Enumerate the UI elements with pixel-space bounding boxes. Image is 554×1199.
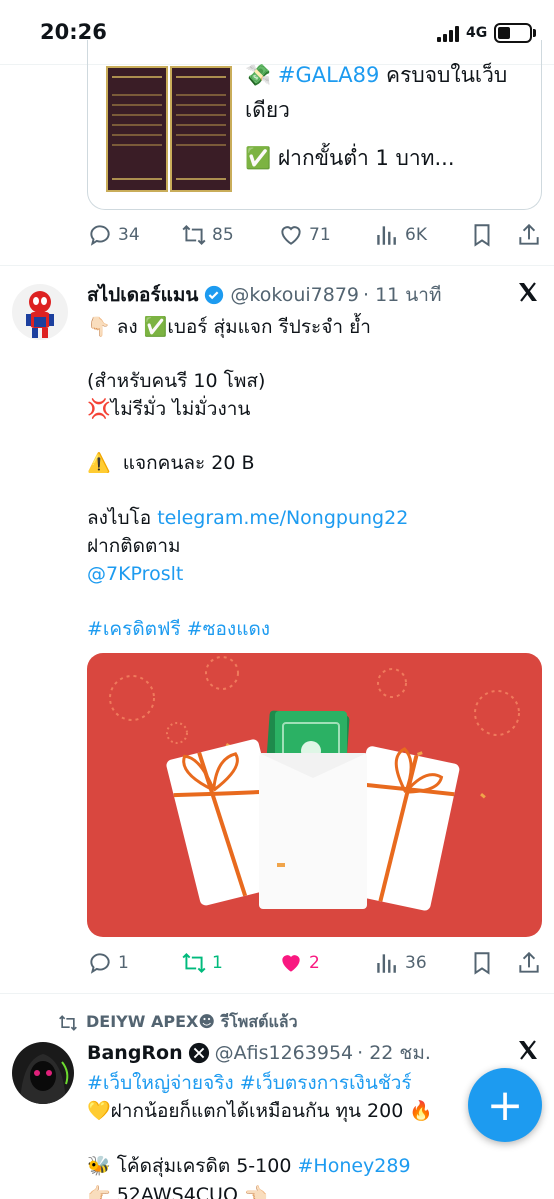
reply-icon [90,953,110,974]
tweet-text-line: 🐝 โค้ดสุ่มเครดิต 5-100 #Honey289 [87,1155,411,1177]
tweet-text-line: 👇🏻 ลง ✅เบอร์ สุ่มแจก รีประจำ ย้ำ [87,316,371,338]
point-left-emoji-icon: 👈🏻 [243,1184,268,1199]
user-handle[interactable]: @Afis1263954 [215,1042,353,1064]
spiderman-avatar-icon [26,291,54,338]
like-icon [281,226,301,245]
retweet-icon [182,224,206,246]
mention-link[interactable]: @7KProslt [87,559,183,589]
bookmark-icon [474,224,490,247]
retweet-button[interactable]: 1 [181,950,223,976]
screenshot-thumbnail[interactable] [106,66,168,192]
reply-button[interactable]: 34 [87,222,140,248]
views-icon [377,226,396,245]
views-icon [377,954,396,973]
display-name[interactable]: สไปเดอร์แมน [87,280,198,310]
point-right-emoji-icon: 👉🏻 [87,1184,111,1199]
telegram-link[interactable]: telegram.me/Nongpung22 [157,507,408,529]
tweet-header: BangRon @Afis1263954 · 22 ชม. [87,1038,431,1068]
divider [0,993,554,994]
bookmark-button[interactable] [469,950,495,976]
tweet-text-line: ⚠️ แจกคนละ 20 B [87,452,255,474]
bee-emoji-icon: 🐝 [87,1155,111,1177]
tweet-text-line: 💢ไม่รีมั่ว ไม่มั่วงาน [87,398,251,420]
tweet-text-line: 👉🏻 52AWS4CUO 👈🏻 [87,1180,268,1199]
money-emoji-icon: 💸 [245,63,272,87]
views-button[interactable]: 36 [374,950,427,976]
x-logo-icon [516,280,540,308]
share-icon [519,223,539,245]
screenshot-thumbnail[interactable] [170,66,232,192]
hooded-avatar-icon [20,1054,69,1104]
verified-icon [205,285,224,305]
bookmark-button[interactable] [469,222,495,248]
x-badge-icon [188,1042,209,1064]
retweeted-by[interactable]: DEIYW APEX☻ รีโพสต์แล้ว [58,1010,298,1035]
hashtag-link[interactable]: #GALA89 [278,63,380,87]
x-logo-icon [516,1038,540,1066]
point-down-emoji-icon: 👇🏻 [87,316,111,338]
tweet-time: · 22 ชม. [357,1042,431,1064]
tweet-time: · 11 นาที [363,284,442,306]
reply-button[interactable]: 1 [87,950,129,976]
check-emoji-icon: ✅ [245,146,272,170]
anger-emoji-icon: 💢 [87,398,111,420]
network-label: 4G [466,25,488,41]
views-button[interactable]: 6K [374,222,427,248]
divider [0,265,554,266]
avatar[interactable] [12,1042,74,1104]
hashtag-link[interactable]: #เว็บใหญ่จ่ายจริง #เว็บตรงการเงินชัวร์ [87,1068,412,1098]
tweet-text-line: ฝากติดตาม [87,535,181,557]
card-line: 💸 #GALA89 ครบจบในเว็บ [245,63,508,87]
like-button[interactable]: 71 [278,222,331,248]
tweet-header: สไปเดอร์แมน @kokoui7879 · 11 นาที [87,280,441,310]
user-handle[interactable]: @kokoui7879 [230,284,359,306]
card-line: เดียว [245,98,290,122]
compose-button[interactable]: + [468,1068,542,1142]
retweet-icon [182,952,206,974]
hashtag-link[interactable]: #เครดิตฟรี #ซองแดง [87,614,270,644]
share-icon [519,951,539,973]
retweet-icon [59,1014,77,1031]
card-line: ✅ ฝากขั้นต่ำ 1 บาท... [245,146,455,170]
like-icon [282,955,300,972]
fire-emoji-icon: 🔥 [409,1100,434,1122]
tweet-text-line: (สำหรับคนรี 10 โพส) [87,370,266,392]
red-envelope-illustration [109,656,520,911]
reply-icon [90,225,110,246]
share-button[interactable] [516,222,542,248]
yellow-heart-emoji-icon: 💛 [87,1100,111,1122]
display-name[interactable]: BangRon [87,1042,183,1064]
share-button[interactable] [516,950,542,976]
like-button[interactable]: 2 [278,950,320,976]
warning-emoji-icon: ⚠️ [87,452,111,474]
avatar[interactable] [12,284,68,340]
tweet-text-line: ลงไบโอ telegram.me/Nongpung22 [87,507,409,529]
tweet-text-line: 💛ฝากน้อยก็แตกได้เหมือนกัน ทุน 200 🔥 [87,1100,434,1122]
retweet-button[interactable]: 85 [181,222,234,248]
tweet-media-image[interactable] [87,653,542,937]
hashtag-link[interactable]: #Honey289 [297,1155,410,1177]
bookmark-icon [474,952,490,975]
